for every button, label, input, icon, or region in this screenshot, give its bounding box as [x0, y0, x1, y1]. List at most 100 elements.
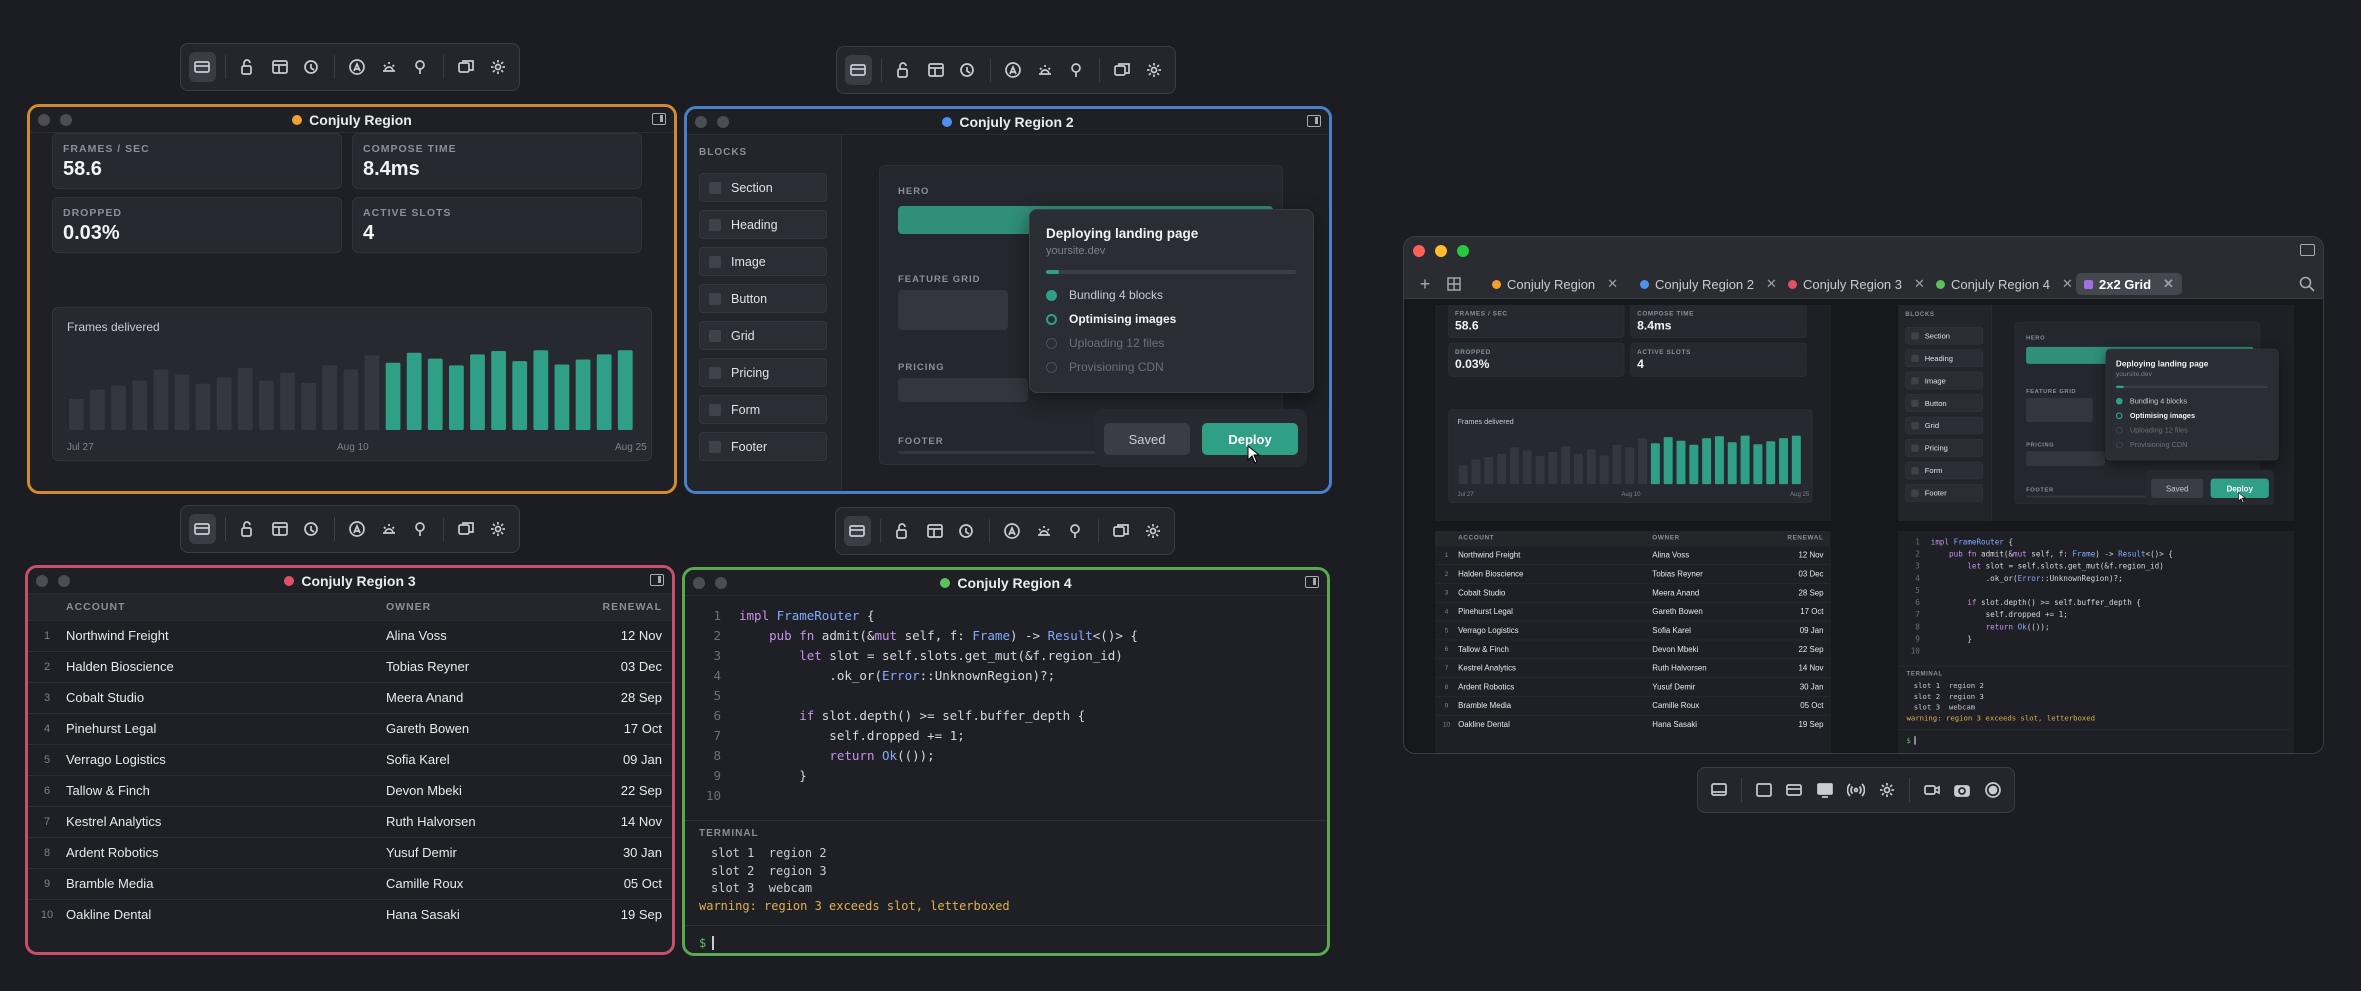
accessibility-button[interactable] [344, 52, 371, 82]
table-row[interactable]: 1 Northwind Freight Alina Voss 12 Nov [28, 619, 672, 651]
browser-tab[interactable]: 2x2 Grid ✕ [2076, 273, 2182, 295]
accessibility-button[interactable] [344, 514, 371, 544]
browser-tab[interactable]: Conjuly Region 2 ✕ [1632, 273, 1785, 295]
mini-terminal-input[interactable]: $ [1898, 729, 2292, 750]
region-button[interactable] [845, 55, 872, 85]
mini-column-header[interactable] [1435, 531, 1458, 546]
mini-table-row[interactable]: 1 Northwind Freight Alina Voss 12 Nov [1435, 545, 1830, 565]
table-row[interactable]: 7 Kestrel Analytics Ruth Halvorsen 14 Nov [28, 805, 672, 837]
mini-column-header[interactable]: ACCOUNT [1458, 531, 1652, 546]
duplicate-button[interactable] [453, 514, 480, 544]
table-row[interactable]: 8 Ardent Robotics Yusuf Demir 30 Jan [28, 836, 672, 868]
saved-button[interactable]: Saved [1104, 423, 1190, 455]
block-item-pricing[interactable]: Pricing [699, 358, 827, 387]
brightness-button[interactable] [375, 52, 402, 82]
mini-saved-button[interactable]: Saved [2151, 478, 2204, 499]
region-button[interactable] [844, 516, 871, 546]
mini-table-row[interactable]: 9 Bramble Media Camille Roux 05 Oct [1435, 695, 1830, 715]
block-item-footer[interactable]: Footer [699, 432, 827, 461]
browser-tab[interactable]: Conjuly Region 4 ✕ [1928, 273, 2081, 295]
block-item-heading[interactable]: Heading [699, 210, 827, 239]
mini-block-item-grid[interactable]: Grid [1905, 416, 1983, 435]
region-button[interactable] [189, 52, 216, 82]
touch-button[interactable] [953, 516, 980, 546]
mini-table-row[interactable]: 10 Oakline Dental Hana Sasaki 19 Sep [1435, 714, 1830, 734]
gear-button[interactable] [1139, 516, 1166, 546]
mini-block-item-form[interactable]: Form [1905, 461, 1983, 480]
sidebar-toggle-icon[interactable] [650, 574, 664, 586]
tab-close-icon[interactable]: ✕ [2163, 276, 2174, 292]
unlock-button[interactable] [890, 516, 917, 546]
accessibility-button[interactable] [1000, 55, 1027, 85]
new-tab-icon[interactable]: + [1414, 273, 1436, 295]
table-row[interactable]: 2 Halden Bioscience Tobias Reyner 03 Dec [28, 650, 672, 682]
touch-button[interactable] [298, 514, 325, 544]
column-header[interactable]: RENEWAL [547, 594, 672, 620]
region-button[interactable] [189, 514, 216, 544]
mini-block-item-section[interactable]: Section [1905, 326, 1983, 345]
sidebar-toggle-icon[interactable] [2300, 244, 2315, 256]
tab-close-icon[interactable]: ✕ [2062, 276, 2073, 292]
block-item-grid[interactable]: Grid [699, 321, 827, 350]
search-icon[interactable] [2299, 276, 2315, 292]
table-row[interactable]: 4 Pinehurst Legal Gareth Bowen 17 Oct [28, 712, 672, 744]
broadcast-button[interactable] [1843, 775, 1869, 805]
mini-block-item-pricing[interactable]: Pricing [1905, 439, 1983, 457]
window-button[interactable] [1751, 775, 1777, 805]
mini-table-row[interactable]: 8 Ardent Robotics Yusuf Demir 30 Jan [1435, 676, 1830, 697]
brightness-button[interactable] [1030, 516, 1057, 546]
block-item-form[interactable]: Form [699, 395, 827, 424]
sidebar-toggle-icon[interactable] [1307, 115, 1321, 127]
block-item-section[interactable]: Section [699, 173, 827, 202]
table-row[interactable]: 5 Verrago Logistics Sofia Karel 09 Jan [28, 743, 672, 775]
duplicate-button[interactable] [1108, 516, 1135, 546]
duplicate-button[interactable] [1109, 55, 1136, 85]
sidebar-toggle-icon[interactable] [1305, 576, 1319, 588]
column-header[interactable]: ACCOUNT [66, 594, 386, 620]
touch-button[interactable] [298, 52, 325, 82]
maximize-window-button[interactable] [1457, 245, 1469, 257]
unlock-button[interactable] [235, 514, 262, 544]
mini-column-header[interactable]: OWNER [1652, 531, 1752, 546]
unlock-button[interactable] [235, 52, 262, 82]
unlock-button[interactable] [891, 55, 918, 85]
display-button[interactable] [1812, 775, 1838, 805]
code-editor[interactable]: 1 impl FrameRouter {2 pub fn admit(&mut s… [685, 606, 1327, 803]
camera-off-button[interactable] [1919, 775, 1945, 805]
gear-button[interactable] [484, 514, 511, 544]
mini-table-row[interactable]: 4 Pinehurst Legal Gareth Bowen 17 Oct [1435, 601, 1830, 621]
brightness-button[interactable] [1031, 55, 1058, 85]
layout-button[interactable] [922, 55, 949, 85]
mini-table-row[interactable]: 2 Halden Bioscience Tobias Reyner 03 Dec [1435, 564, 1830, 584]
mini-block-item-button[interactable]: Button [1905, 394, 1983, 412]
table-row[interactable]: 3 Cobalt Studio Meera Anand 28 Sep [28, 681, 672, 713]
table-row[interactable]: 6 Tallow & Finch Devon Mbeki 22 Sep [28, 774, 672, 806]
brightness-button[interactable] [375, 514, 402, 544]
pin-button[interactable] [407, 514, 434, 544]
sidebar-toggle-icon[interactable] [652, 113, 666, 125]
pin-button[interactable] [407, 52, 434, 82]
region-button[interactable] [1781, 775, 1807, 805]
mini-table-row[interactable]: 3 Cobalt Studio Meera Anand 28 Sep [1435, 582, 1830, 603]
mini-table-row[interactable]: 5 Verrago Logistics Sofia Karel 09 Jan [1435, 620, 1830, 640]
tab-close-icon[interactable]: ✕ [1766, 276, 1777, 292]
layout-button[interactable] [266, 52, 293, 82]
window-controls[interactable] [38, 114, 72, 126]
gear-button[interactable] [1140, 55, 1167, 85]
window-controls[interactable] [36, 575, 70, 587]
table-row[interactable]: 9 Bramble Media Camille Roux 05 Oct [28, 867, 672, 899]
close-window-button[interactable] [1413, 245, 1425, 257]
tab-grid-icon[interactable] [1447, 277, 1461, 291]
screen-button[interactable] [1706, 775, 1732, 805]
mini-block-item-heading[interactable]: Heading [1905, 349, 1983, 367]
column-header[interactable]: OWNER [386, 594, 547, 620]
browser-tab[interactable]: Conjuly Region ✕ [1484, 273, 1626, 295]
table-row[interactable]: 10 Oakline Dental Hana Sasaki 19 Sep [28, 898, 672, 930]
pin-button[interactable] [1063, 55, 1090, 85]
window-controls[interactable] [695, 116, 729, 128]
mini-block-item-image[interactable]: Image [1905, 371, 1983, 390]
terminal-input[interactable]: $ [685, 925, 1327, 953]
layout-button[interactable] [266, 514, 293, 544]
minimize-window-button[interactable] [1435, 245, 1447, 257]
block-item-button[interactable]: Button [699, 284, 827, 313]
